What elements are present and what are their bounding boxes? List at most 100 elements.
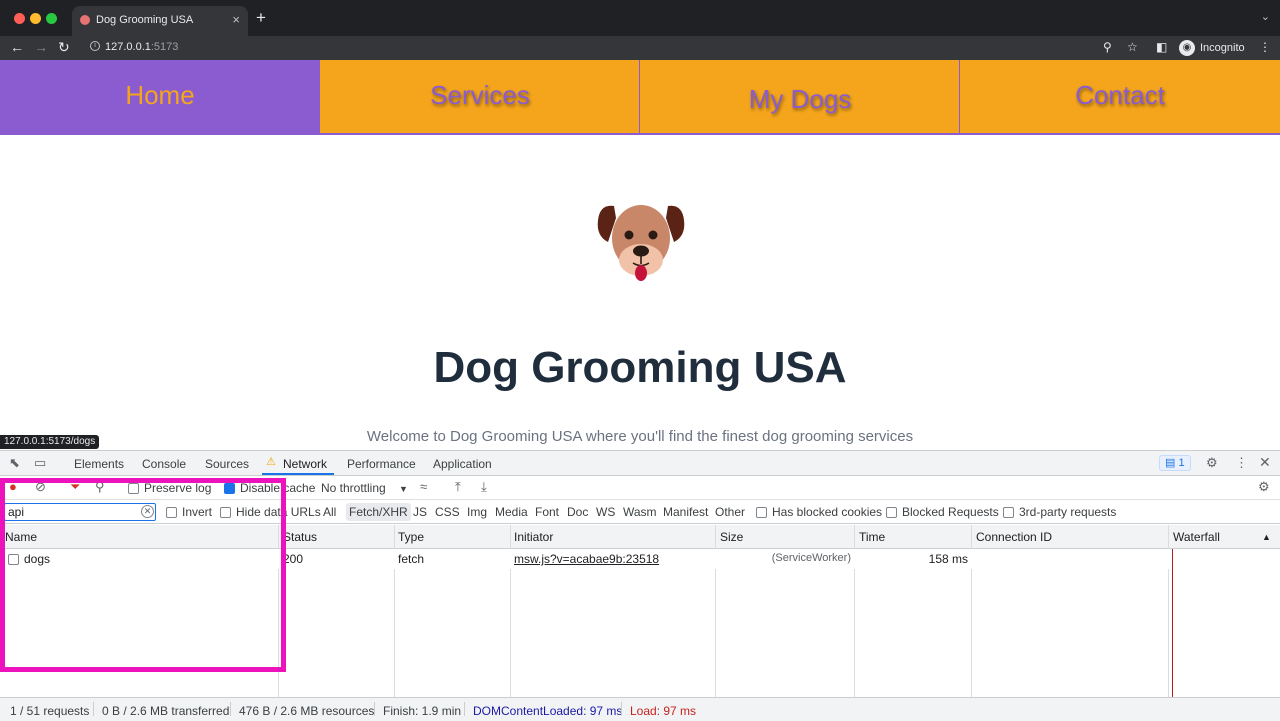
incognito-badge[interactable]: ◉ Incognito bbox=[1179, 39, 1245, 56]
url-field[interactable]: 127.0.0.1:5173 bbox=[105, 41, 178, 53]
wifi-icon[interactable]: ≈ bbox=[420, 479, 427, 494]
new-tab-button[interactable]: + bbox=[256, 8, 266, 28]
third-party-checkbox[interactable]: 3rd-party requests bbox=[1003, 505, 1116, 519]
cell-status: 200 bbox=[283, 552, 304, 566]
page-title: Dog Grooming USA bbox=[433, 343, 847, 392]
type-filter-js[interactable]: JS bbox=[410, 503, 430, 521]
type-filter-fetch-xhr[interactable]: Fetch/XHR bbox=[346, 503, 411, 521]
column-connection-id[interactable]: Connection ID bbox=[976, 530, 1052, 544]
column-time[interactable]: Time bbox=[859, 530, 885, 544]
site-info-icon[interactable]: i bbox=[90, 41, 100, 51]
column-waterfall[interactable]: Waterfall bbox=[1173, 530, 1220, 544]
address-bar-row: ← → ↻ i 127.0.0.1:5173 ⚲ ☆ ◧ ◉ Incognito… bbox=[0, 36, 1280, 60]
cell-size: (ServiceWorker) bbox=[771, 552, 851, 564]
cell-initiator-link[interactable]: msw.js?v=acabae9b:23518 bbox=[514, 552, 659, 566]
page-subtitle: Welcome to Dog Grooming USA where you'll… bbox=[366, 428, 914, 445]
url-port: :5173 bbox=[150, 41, 179, 53]
throttling-value: No throttling bbox=[321, 481, 386, 495]
type-filter-all[interactable]: All bbox=[320, 503, 339, 521]
highlight-box bbox=[0, 478, 286, 672]
status-divider bbox=[230, 702, 231, 716]
column-initiator[interactable]: Initiator bbox=[514, 530, 553, 544]
browser-tab-bar: Dog Grooming USA × + ⌄ bbox=[0, 0, 1280, 36]
status-finish: Finish: 1.9 min bbox=[383, 704, 462, 718]
column-size[interactable]: Size bbox=[720, 530, 743, 544]
tab-close-button[interactable]: × bbox=[232, 12, 240, 27]
tab-elements[interactable]: Elements bbox=[74, 457, 124, 471]
url-host: 127.0.0.1 bbox=[105, 41, 151, 53]
active-tab-indicator bbox=[262, 473, 334, 475]
tab-performance[interactable]: Performance bbox=[347, 457, 416, 471]
tab-search-icon[interactable]: ⌄ bbox=[1261, 10, 1270, 23]
minimize-window-button[interactable] bbox=[30, 13, 41, 24]
blocked-requests-checkbox[interactable]: Blocked Requests bbox=[886, 505, 999, 519]
waterfall-load-marker bbox=[1172, 549, 1173, 697]
status-load: Load: 97 ms bbox=[630, 704, 697, 718]
status-resources: 476 B / 2.6 MB resources bbox=[239, 704, 375, 718]
type-filter-other[interactable]: Other bbox=[712, 503, 748, 521]
site-nav: Home Services My Dogs Contact bbox=[0, 60, 1280, 135]
throttling-select[interactable]: No throttling ▼ bbox=[321, 481, 408, 495]
nav-contact[interactable]: Contact bbox=[960, 60, 1280, 133]
kebab-icon[interactable]: ⋮ bbox=[1259, 40, 1271, 54]
back-arrow-icon[interactable]: ← bbox=[10, 39, 24, 55]
maximize-window-button[interactable] bbox=[46, 13, 57, 24]
column-type[interactable]: Type bbox=[398, 530, 424, 544]
tab-title: Dog Grooming USA bbox=[96, 14, 194, 26]
close-window-button[interactable] bbox=[14, 13, 25, 24]
status-divider bbox=[621, 702, 622, 716]
status-divider bbox=[464, 702, 465, 716]
sidebar-icon[interactable]: ◧ bbox=[1156, 40, 1167, 54]
download-icon[interactable]: ⤓ bbox=[481, 479, 487, 495]
reload-icon[interactable]: ↻ bbox=[58, 39, 70, 56]
star-icon[interactable]: ☆ bbox=[1127, 40, 1138, 54]
zoom-icon[interactable]: ⚲ bbox=[1103, 40, 1112, 54]
dog-face-icon bbox=[597, 205, 685, 281]
nav-my-dogs[interactable]: My Dogs bbox=[640, 60, 960, 133]
nav-divider bbox=[959, 60, 960, 133]
inspect-icon[interactable]: ⬉ bbox=[9, 455, 20, 471]
has-blocked-cookies-checkbox[interactable]: Has blocked cookies bbox=[756, 505, 882, 519]
issues-badge[interactable]: ▤ 1 bbox=[1159, 455, 1191, 471]
tab-sources[interactable]: Sources bbox=[205, 457, 249, 471]
nav-home[interactable]: Home bbox=[0, 60, 320, 133]
checkbox-box bbox=[886, 507, 897, 518]
tab-network[interactable]: Network bbox=[283, 457, 327, 471]
blocked-requests-label: Blocked Requests bbox=[902, 505, 999, 519]
type-filter-media[interactable]: Media bbox=[492, 503, 531, 521]
incognito-label: Incognito bbox=[1200, 41, 1245, 54]
column-status[interactable]: Status bbox=[283, 530, 317, 544]
close-icon[interactable]: ✕ bbox=[1259, 454, 1271, 471]
status-divider bbox=[374, 702, 375, 716]
caret-down-icon: ▼ bbox=[399, 484, 408, 494]
cell-time: 158 ms bbox=[928, 552, 968, 566]
kebab-icon[interactable]: ⋮ bbox=[1235, 455, 1248, 471]
gear-icon[interactable]: ⚙ bbox=[1206, 455, 1218, 471]
nav-divider bbox=[639, 60, 640, 133]
tab-console[interactable]: Console bbox=[142, 457, 186, 471]
type-filter-doc[interactable]: Doc bbox=[564, 503, 591, 521]
third-party-label: 3rd-party requests bbox=[1019, 505, 1117, 519]
sort-up-icon: ▲ bbox=[1262, 532, 1271, 542]
type-filter-manifest[interactable]: Manifest bbox=[660, 503, 711, 521]
issues-count: 1 bbox=[1178, 457, 1185, 469]
devtools-tab-bar: ⬉ ▭ Elements Console Sources ⚠ Network P… bbox=[0, 451, 1280, 476]
favicon-icon bbox=[80, 15, 90, 25]
forward-arrow-icon[interactable]: → bbox=[34, 39, 48, 55]
type-filter-ws[interactable]: WS bbox=[593, 503, 618, 521]
status-requests: 1 / 51 requests bbox=[10, 704, 90, 718]
status-dom-content-loaded: DOMContentLoaded: 97 ms bbox=[473, 704, 623, 718]
network-status-bar: 1 / 51 requests 0 B / 2.6 MB transferred… bbox=[0, 697, 1280, 721]
incognito-icon: ◉ bbox=[1179, 39, 1195, 56]
nav-services[interactable]: Services bbox=[320, 60, 640, 133]
type-filter-wasm[interactable]: Wasm bbox=[620, 503, 660, 521]
device-icon[interactable]: ▭ bbox=[34, 455, 46, 471]
browser-tab[interactable]: Dog Grooming USA × bbox=[72, 6, 248, 36]
upload-icon[interactable]: ⤒ bbox=[455, 479, 461, 495]
type-filter-img[interactable]: Img bbox=[464, 503, 490, 521]
gear-icon[interactable]: ⚙ bbox=[1258, 479, 1270, 495]
type-filter-font[interactable]: Font bbox=[532, 503, 562, 521]
type-filter-css[interactable]: CSS bbox=[432, 503, 463, 521]
has-blocked-cookies-label: Has blocked cookies bbox=[772, 505, 883, 519]
tab-application[interactable]: Application bbox=[433, 457, 492, 471]
